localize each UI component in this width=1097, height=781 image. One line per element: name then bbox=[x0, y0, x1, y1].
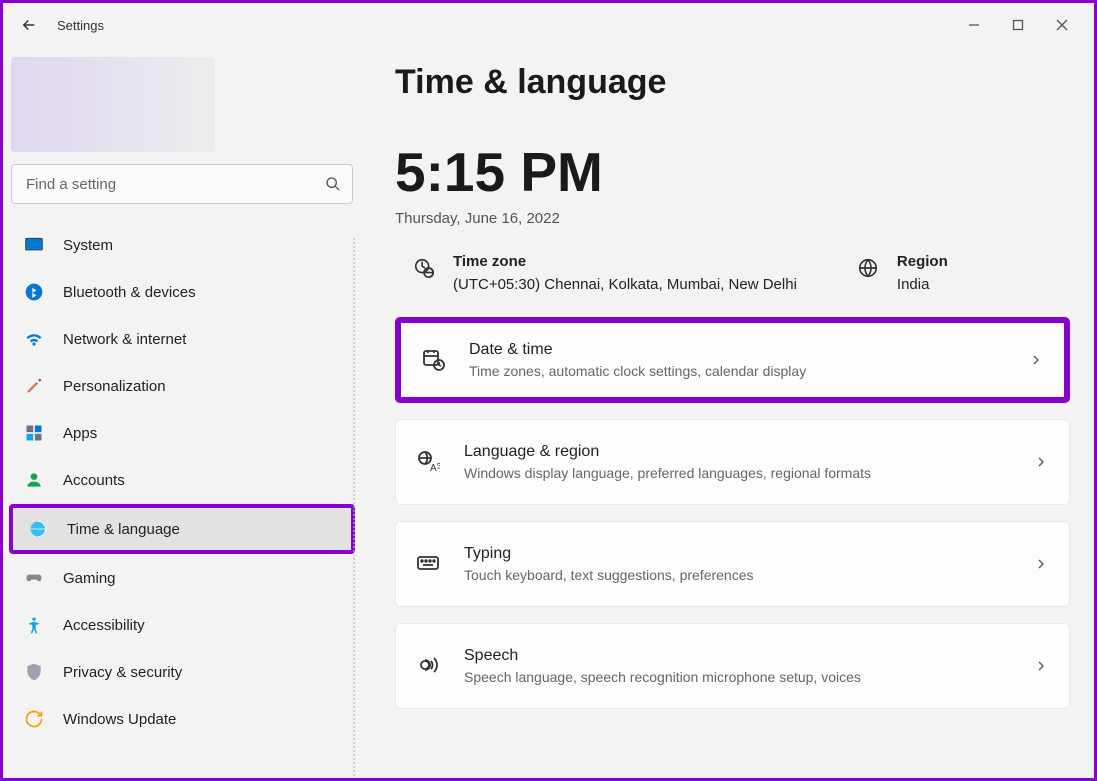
accessibility-icon bbox=[23, 614, 45, 636]
shield-icon bbox=[23, 661, 45, 683]
paint-icon bbox=[23, 375, 45, 397]
card-title: Typing bbox=[464, 545, 1033, 563]
sidebar-item-label: Accessibility bbox=[63, 617, 145, 634]
sidebar-item-system[interactable]: System bbox=[9, 222, 355, 268]
card-date-time[interactable]: Date & time Time zones, automatic clock … bbox=[395, 317, 1070, 403]
sidebar-item-label: Gaming bbox=[63, 570, 116, 587]
sidebar-item-network[interactable]: Network & internet bbox=[9, 316, 355, 362]
sidebar-item-label: Time & language bbox=[67, 521, 180, 538]
timezone-value: (UTC+05:30) Chennai, Kolkata, Mumbai, Ne… bbox=[453, 276, 797, 293]
card-subtitle: Touch keyboard, text suggestions, prefer… bbox=[464, 567, 1033, 583]
speech-icon bbox=[416, 653, 442, 679]
sidebar-item-personalization[interactable]: Personalization bbox=[9, 363, 355, 409]
wifi-icon bbox=[23, 328, 45, 350]
minimize-button[interactable] bbox=[962, 13, 986, 37]
card-subtitle: Windows display language, preferred lang… bbox=[464, 465, 1033, 481]
sidebar-item-accounts[interactable]: Accounts bbox=[9, 457, 355, 503]
back-button[interactable] bbox=[19, 15, 39, 35]
bluetooth-icon bbox=[23, 281, 45, 303]
main-content: Time & language 5:15 PM Thursday, June 1… bbox=[361, 47, 1094, 778]
titlebar: Settings bbox=[3, 3, 1094, 47]
search-wrap bbox=[11, 164, 353, 204]
sidebar: System Bluetooth & devices Network & int… bbox=[3, 47, 361, 778]
region-info: Region India bbox=[857, 253, 948, 293]
sidebar-item-label: Bluetooth & devices bbox=[63, 284, 196, 301]
person-icon bbox=[23, 469, 45, 491]
language-icon: A字 bbox=[416, 449, 442, 475]
app-title: Settings bbox=[57, 18, 104, 33]
card-subtitle: Speech language, speech recognition micr… bbox=[464, 669, 1033, 685]
close-button[interactable] bbox=[1050, 13, 1074, 37]
region-label: Region bbox=[897, 253, 948, 270]
sidebar-item-gaming[interactable]: Gaming bbox=[9, 555, 355, 601]
sidebar-item-label: Network & internet bbox=[63, 331, 186, 348]
card-title: Speech bbox=[464, 647, 1033, 665]
card-speech[interactable]: Speech Speech language, speech recogniti… bbox=[395, 623, 1070, 709]
user-account-block[interactable] bbox=[11, 57, 215, 152]
region-value: India bbox=[897, 276, 948, 293]
sidebar-item-label: Personalization bbox=[63, 378, 166, 395]
card-subtitle: Time zones, automatic clock settings, ca… bbox=[469, 363, 1028, 379]
sidebar-item-label: Accounts bbox=[63, 472, 125, 489]
card-language-region[interactable]: A字 Language & region Windows display lan… bbox=[395, 419, 1070, 505]
apps-icon bbox=[23, 422, 45, 444]
card-title: Date & time bbox=[469, 341, 1028, 359]
sidebar-item-label: System bbox=[63, 237, 113, 254]
globe-icon bbox=[857, 257, 879, 279]
sidebar-item-label: Windows Update bbox=[63, 711, 176, 728]
sidebar-item-label: Privacy & security bbox=[63, 664, 182, 681]
system-icon bbox=[23, 234, 45, 256]
sidebar-item-windows-update[interactable]: Windows Update bbox=[9, 696, 355, 742]
timezone-info: Time zone (UTC+05:30) Chennai, Kolkata, … bbox=[413, 253, 797, 293]
search-input[interactable] bbox=[11, 164, 353, 204]
page-title: Time & language bbox=[395, 63, 1070, 102]
sidebar-item-time-language[interactable]: Time & language bbox=[9, 504, 355, 554]
sidebar-item-accessibility[interactable]: Accessibility bbox=[9, 602, 355, 648]
globe-clock-icon bbox=[27, 518, 49, 540]
chevron-right-icon bbox=[1028, 352, 1044, 368]
card-typing[interactable]: Typing Touch keyboard, text suggestions,… bbox=[395, 521, 1070, 607]
chevron-right-icon bbox=[1033, 454, 1049, 470]
sidebar-item-privacy[interactable]: Privacy & security bbox=[9, 649, 355, 695]
calendar-clock-icon bbox=[421, 347, 447, 373]
timezone-label: Time zone bbox=[453, 253, 797, 270]
svg-text:A字: A字 bbox=[430, 461, 440, 473]
chevron-right-icon bbox=[1033, 658, 1049, 674]
card-title: Language & region bbox=[464, 443, 1033, 461]
current-time: 5:15 PM bbox=[395, 140, 1070, 204]
chevron-right-icon bbox=[1033, 556, 1049, 572]
timezone-icon bbox=[413, 257, 435, 279]
sidebar-item-apps[interactable]: Apps bbox=[9, 410, 355, 456]
keyboard-icon bbox=[416, 551, 442, 577]
maximize-button[interactable] bbox=[1006, 13, 1030, 37]
sidebar-item-label: Apps bbox=[63, 425, 97, 442]
gamepad-icon bbox=[23, 567, 45, 589]
update-icon bbox=[23, 708, 45, 730]
current-date: Thursday, June 16, 2022 bbox=[395, 210, 1070, 227]
search-icon bbox=[325, 176, 341, 192]
sidebar-item-bluetooth[interactable]: Bluetooth & devices bbox=[9, 269, 355, 315]
